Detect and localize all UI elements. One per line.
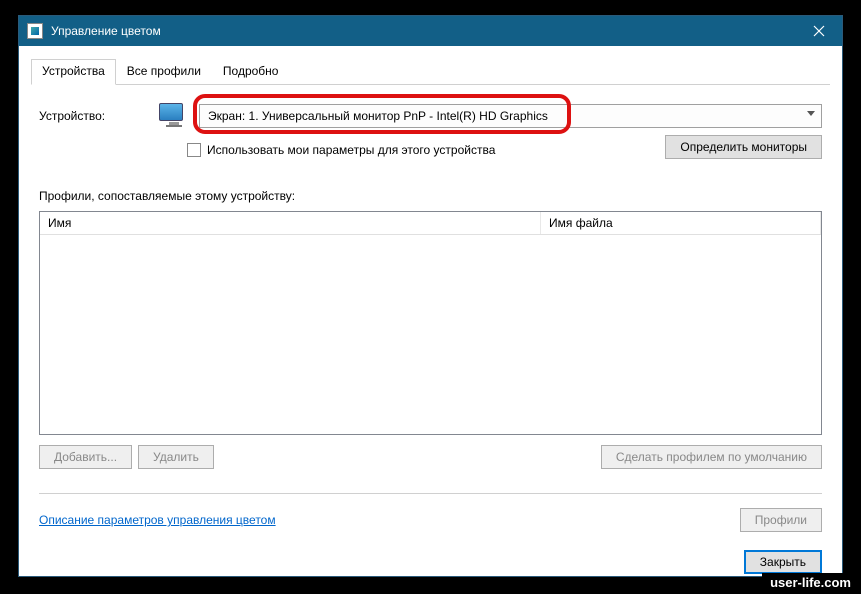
profiles-button: Профили — [740, 508, 822, 532]
tab-devices[interactable]: Устройства — [31, 59, 116, 85]
profiles-list[interactable]: Имя Имя файла — [39, 211, 822, 435]
footer-row: Описание параметров управления цветом Пр… — [39, 508, 822, 532]
chevron-down-icon — [807, 111, 815, 116]
monitor-icon — [159, 103, 189, 129]
list-header: Имя Имя файла — [40, 212, 821, 235]
color-management-window: Управление цветом Устройства Все профили… — [18, 15, 843, 577]
app-icon — [27, 23, 43, 39]
close-icon[interactable] — [796, 16, 842, 46]
identify-monitors-button[interactable]: Определить мониторы — [665, 135, 822, 159]
device-dropdown[interactable]: Экран: 1. Универсальный монитор PnP - In… — [199, 104, 822, 128]
device-label: Устройство: — [39, 109, 149, 123]
profiles-section-label: Профили, сопоставляемые этому устройству… — [39, 189, 822, 203]
device-combo-wrap: Экран: 1. Универсальный монитор PnP - In… — [199, 104, 822, 128]
remove-button: Удалить — [138, 445, 214, 469]
divider — [39, 493, 822, 494]
list-buttons-row: Добавить... Удалить Сделать профилем по … — [39, 445, 822, 469]
add-button: Добавить... — [39, 445, 132, 469]
tab-advanced[interactable]: Подробно — [212, 59, 290, 85]
tab-strip: Устройства Все профили Подробно — [31, 58, 830, 85]
help-link[interactable]: Описание параметров управления цветом — [39, 513, 276, 527]
titlebar: Управление цветом — [19, 16, 842, 46]
device-row: Устройство: Экран: 1. Универсальный мони… — [39, 103, 822, 129]
devices-panel: Устройство: Экран: 1. Универсальный мони… — [31, 85, 830, 582]
column-name[interactable]: Имя — [40, 212, 541, 234]
window-title: Управление цветом — [51, 24, 796, 38]
device-dropdown-value: Экран: 1. Универсальный монитор PnP - In… — [208, 109, 548, 123]
tab-all-profiles[interactable]: Все профили — [116, 59, 212, 85]
use-settings-label: Использовать мои параметры для этого уст… — [207, 143, 495, 157]
column-file[interactable]: Имя файла — [541, 212, 821, 234]
watermark: user-life.com — [762, 573, 859, 592]
use-settings-checkbox[interactable] — [187, 143, 201, 157]
set-default-button: Сделать профилем по умолчанию — [601, 445, 822, 469]
close-button[interactable]: Закрыть — [744, 550, 822, 574]
client-area: Устройства Все профили Подробно Устройст… — [19, 46, 842, 592]
